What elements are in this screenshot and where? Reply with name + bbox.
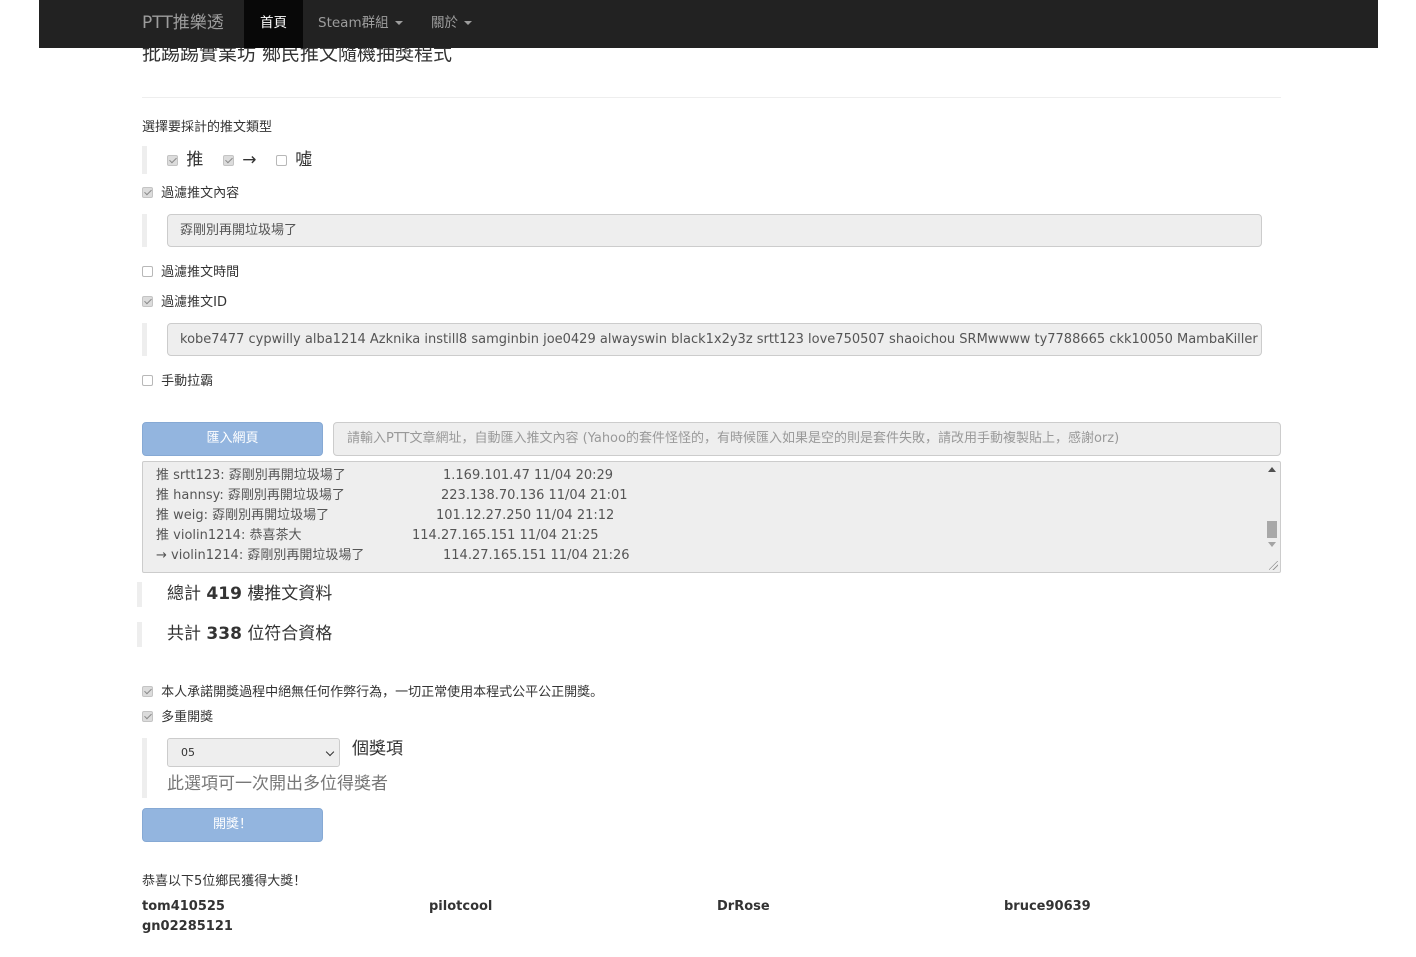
manual-pick-label: 手動拉霸: [161, 374, 214, 389]
quote-bar: [142, 146, 147, 174]
push-line: → violin1214: 孬剛別再開垃圾場了: [156, 548, 365, 563]
push-ip-date: 114.27.165.151 11/04 21:25: [412, 528, 599, 543]
push-content-textarea[interactable]: 推 srtt123: 孬剛別再開垃圾場了 1.169.101.47 11/04 …: [142, 461, 1281, 573]
scrollbar-thumb[interactable]: [1267, 521, 1277, 538]
filter-content-label: 過濾推文內容: [161, 186, 240, 201]
filter-id-input[interactable]: kobe7477 cypwilly alba1214 Azknika insti…: [167, 323, 1262, 356]
quote-bar: [137, 582, 142, 607]
navbar: PTT推樂透 首頁 Steam群組 關於: [39, 0, 1378, 48]
prize-count-value: 05: [181, 746, 195, 759]
result-title: 恭喜以下5位鄉民獲得大獎！: [142, 874, 307, 889]
push-line: 推 weig: 孬剛別再開垃圾場了: [156, 508, 330, 523]
filter-id-option[interactable]: 過濾推文ID: [142, 294, 227, 312]
caret-down-icon: [394, 21, 403, 25]
push-type-group: 推 → 噓: [167, 149, 312, 171]
filter-content-checkbox[interactable]: [142, 187, 153, 198]
push-type-boo-checkbox[interactable]: [275, 155, 287, 166]
pledge-option[interactable]: 本人承諾開獎過程中絕無任何作弊行為，一切正常使用本程式公平公正開獎。: [142, 684, 603, 702]
nav-about-label: 關於: [431, 15, 458, 31]
push-ip-date: 101.12.27.250 11/04 21:12: [436, 508, 615, 523]
filter-time-option[interactable]: 過濾推文時間: [142, 264, 239, 282]
filter-content-input[interactable]: 孬剛別再開垃圾場了: [167, 214, 1262, 247]
filter-content-option[interactable]: 過濾推文內容: [142, 185, 239, 203]
push-line: 推 violin1214: 恭喜茶大: [156, 528, 302, 543]
nav-steam-group[interactable]: Steam群組: [318, 0, 403, 48]
filter-time-label: 過濾推文時間: [161, 265, 240, 280]
push-ip-date: 223.138.70.136 11/04 21:01: [441, 488, 628, 503]
scroll-down-arrow-icon[interactable]: [1268, 542, 1276, 547]
chevron-down-icon: [325, 747, 335, 757]
header-divider: [142, 97, 1281, 98]
total-pushes-stat: 總計 419 樓推文資料: [167, 583, 332, 605]
nav-steam-group-label: Steam群組: [318, 15, 389, 31]
nav-about[interactable]: 關於: [431, 0, 472, 48]
filter-time-checkbox[interactable]: [142, 266, 153, 277]
resize-handle-icon[interactable]: [1269, 561, 1278, 570]
scroll-up-arrow-icon[interactable]: [1268, 467, 1276, 472]
quote-bar: [142, 214, 147, 247]
eligible-suffix: 位符合資格: [247, 624, 333, 644]
eligible-count: 338: [206, 624, 242, 644]
nav-home[interactable]: 首頁: [244, 0, 303, 48]
filter-id-checkbox[interactable]: [142, 296, 153, 307]
push-ip-date: 1.169.101.47 11/04 20:29: [443, 468, 614, 483]
manual-pick-option[interactable]: 手動拉霸: [142, 373, 213, 391]
push-type-arrow-label: →: [242, 150, 257, 170]
push-ip-date: 114.27.165.151 11/04 21:26: [443, 548, 630, 563]
prize-hint: 此選項可一次開出多位得獎者: [167, 774, 388, 794]
prize-count-select[interactable]: 05: [167, 738, 340, 767]
caret-down-icon: [464, 21, 472, 25]
winner-name: tom410525: [142, 899, 225, 914]
push-type-push-checkbox[interactable]: [167, 155, 178, 166]
winner-name: bruce90639: [1004, 899, 1091, 914]
quote-bar: [142, 323, 147, 356]
prize-suffix: 個獎項: [352, 739, 403, 759]
total-count: 419: [206, 584, 242, 604]
winner-name: gn02285121: [142, 919, 233, 934]
draw-button[interactable]: 開獎！: [142, 808, 323, 842]
push-type-label: 選擇要採計的推文類型: [142, 120, 273, 135]
push-line: 推 srtt123: 孬剛別再開垃圾場了: [156, 468, 346, 483]
quote-bar: [142, 738, 147, 798]
filter-id-label: 過濾推文ID: [161, 295, 227, 310]
multi-draw-checkbox[interactable]: [142, 711, 153, 722]
total-prefix: 總計: [167, 584, 201, 604]
push-line: 推 hannsy: 孬剛別再開垃圾場了: [156, 488, 345, 503]
eligible-users-stat: 共計 338 位符合資格: [167, 623, 332, 645]
winner-name: pilotcool: [429, 899, 493, 914]
multi-draw-option[interactable]: 多重開獎: [142, 709, 213, 727]
import-button[interactable]: 匯入網頁: [142, 422, 323, 456]
pledge-checkbox[interactable]: [142, 686, 153, 697]
multi-draw-label: 多重開獎: [161, 710, 214, 725]
push-type-arrow-checkbox[interactable]: [222, 155, 234, 166]
textarea-scrollbar[interactable]: [1264, 462, 1280, 572]
eligible-prefix: 共計: [167, 624, 201, 644]
manual-pick-checkbox[interactable]: [142, 375, 153, 386]
navbar-brand[interactable]: PTT推樂透: [142, 12, 224, 34]
push-type-push-label: 推: [186, 150, 204, 170]
push-type-boo-label: 噓: [295, 150, 313, 170]
winner-name: DrRose: [717, 899, 770, 914]
nav-home-label: 首頁: [260, 15, 287, 31]
pledge-label: 本人承諾開獎過程中絕無任何作弊行為，一切正常使用本程式公平公正開獎。: [161, 685, 604, 700]
total-suffix: 樓推文資料: [247, 584, 333, 604]
article-url-input[interactable]: 請輸入PTT文章網址，自動匯入推文內容 (Yahoo的套件怪怪的，有時候匯入如果…: [333, 422, 1281, 456]
quote-bar: [137, 622, 142, 647]
